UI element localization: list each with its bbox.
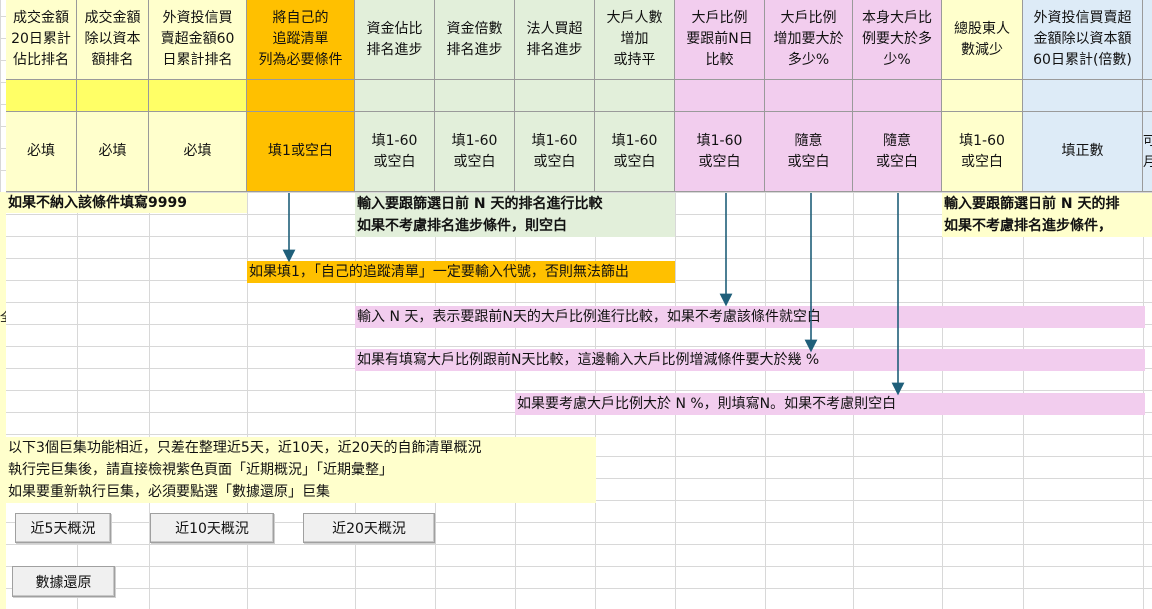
arrow-annotations bbox=[282, 193, 905, 396]
